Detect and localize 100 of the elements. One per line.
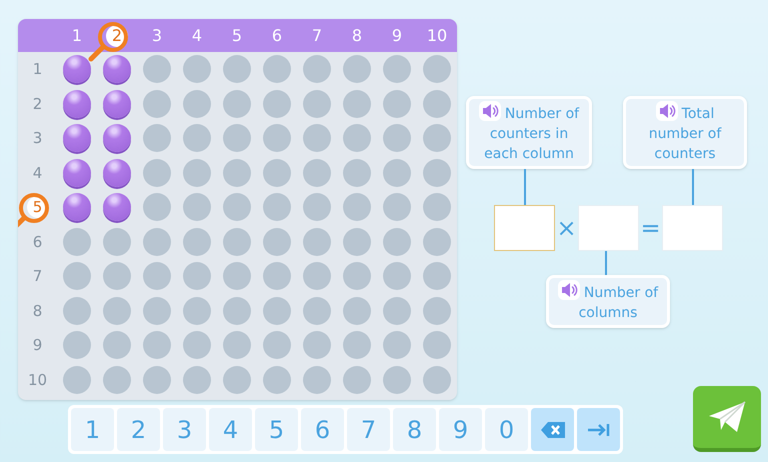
empty-counter[interactable]	[383, 193, 411, 222]
empty-counter[interactable]	[143, 158, 171, 187]
column-number[interactable]: 4	[192, 24, 202, 48]
digit-key[interactable]: 5	[255, 408, 298, 451]
empty-counter[interactable]	[103, 366, 131, 394]
digit-key[interactable]: 4	[209, 408, 252, 451]
digit-key[interactable]: 7	[347, 408, 390, 451]
empty-counter[interactable]	[183, 158, 211, 187]
column-number[interactable]: 9	[392, 24, 402, 48]
speaker-icon[interactable]	[656, 101, 678, 121]
empty-counter[interactable]	[183, 90, 211, 118]
empty-counter[interactable]	[63, 331, 91, 360]
empty-counter[interactable]	[303, 158, 331, 187]
row-number[interactable]: 6	[32, 230, 42, 253]
backspace-key[interactable]	[531, 408, 574, 451]
empty-counter[interactable]	[63, 262, 91, 290]
empty-counter[interactable]	[263, 124, 291, 152]
empty-counter[interactable]	[263, 366, 291, 394]
empty-counter[interactable]	[423, 262, 451, 290]
empty-counter[interactable]	[303, 366, 331, 394]
empty-counter[interactable]	[343, 262, 371, 290]
empty-counter[interactable]	[223, 331, 251, 360]
filled-counter[interactable]	[103, 90, 131, 118]
empty-counter[interactable]	[183, 331, 211, 360]
column-number[interactable]: 3	[152, 24, 162, 48]
empty-counter[interactable]	[183, 55, 211, 84]
empty-counter[interactable]	[223, 158, 251, 187]
digit-key[interactable]: 9	[439, 408, 482, 451]
empty-counter[interactable]	[143, 193, 171, 222]
empty-counter[interactable]	[143, 366, 171, 394]
digit-key[interactable]: 2	[117, 408, 160, 451]
empty-counter[interactable]	[143, 90, 171, 118]
empty-counter[interactable]	[343, 124, 371, 152]
empty-counter[interactable]	[263, 90, 291, 118]
row-number[interactable]: 1	[32, 58, 42, 80]
digit-key[interactable]: 0	[485, 408, 528, 451]
empty-counter[interactable]	[263, 296, 291, 325]
filled-counter[interactable]	[63, 193, 91, 222]
filled-counter[interactable]	[103, 158, 131, 187]
filled-counter[interactable]	[63, 90, 91, 118]
empty-counter[interactable]	[383, 55, 411, 84]
empty-counter[interactable]	[223, 55, 251, 84]
empty-counter[interactable]	[383, 158, 411, 187]
empty-counter[interactable]	[223, 262, 251, 290]
empty-counter[interactable]	[383, 262, 411, 290]
digit-key[interactable]: 6	[301, 408, 344, 451]
filled-counter[interactable]	[103, 124, 131, 152]
empty-counter[interactable]	[183, 124, 211, 152]
empty-counter[interactable]	[423, 158, 451, 187]
empty-counter[interactable]	[103, 296, 131, 325]
empty-counter[interactable]	[303, 228, 331, 256]
empty-counter[interactable]	[143, 331, 171, 360]
empty-counter[interactable]	[63, 366, 91, 394]
empty-counter[interactable]	[423, 193, 451, 222]
empty-counter[interactable]	[423, 331, 451, 360]
row-number[interactable]: 8	[32, 300, 42, 322]
digit-key[interactable]: 8	[393, 408, 436, 451]
empty-counter[interactable]	[63, 296, 91, 325]
row-number[interactable]: 3	[32, 127, 42, 150]
row-number[interactable]: 2	[32, 92, 42, 115]
filled-counter[interactable]	[103, 193, 131, 222]
empty-counter[interactable]	[303, 193, 331, 222]
tab-key[interactable]	[577, 408, 620, 451]
empty-counter[interactable]	[263, 262, 291, 290]
empty-counter[interactable]	[263, 228, 291, 256]
empty-counter[interactable]	[423, 90, 451, 118]
empty-counter[interactable]	[303, 331, 331, 360]
column-number[interactable]: 1	[72, 24, 82, 48]
empty-counter[interactable]	[223, 90, 251, 118]
empty-counter[interactable]	[143, 228, 171, 256]
row-number[interactable]: 4	[32, 162, 42, 184]
empty-counter[interactable]	[383, 366, 411, 394]
send-button[interactable]	[693, 386, 761, 452]
empty-counter[interactable]	[63, 228, 91, 256]
empty-counter[interactable]	[143, 262, 171, 290]
empty-counter[interactable]	[303, 124, 331, 152]
empty-counter[interactable]	[143, 55, 171, 84]
empty-counter[interactable]	[103, 228, 131, 256]
empty-counter[interactable]	[303, 90, 331, 118]
filled-counter[interactable]	[63, 55, 91, 84]
empty-counter[interactable]	[343, 331, 371, 360]
row-number[interactable]: 9	[32, 334, 42, 356]
empty-counter[interactable]	[143, 124, 171, 152]
empty-counter[interactable]	[343, 193, 371, 222]
empty-counter[interactable]	[423, 228, 451, 256]
empty-counter[interactable]	[263, 331, 291, 360]
filled-counter[interactable]	[103, 55, 131, 84]
empty-counter[interactable]	[383, 331, 411, 360]
row-number[interactable]: 7	[32, 265, 42, 288]
empty-counter[interactable]	[343, 366, 371, 394]
empty-counter[interactable]	[223, 366, 251, 394]
empty-counter[interactable]	[423, 296, 451, 325]
column-number[interactable]: 8	[352, 24, 362, 48]
filled-counter[interactable]	[63, 124, 91, 152]
empty-counter[interactable]	[423, 366, 451, 394]
empty-counter[interactable]	[103, 331, 131, 360]
digit-key[interactable]: 1	[71, 408, 114, 451]
answer-field[interactable]	[494, 205, 555, 251]
empty-counter[interactable]	[343, 296, 371, 325]
empty-counter[interactable]	[383, 90, 411, 118]
